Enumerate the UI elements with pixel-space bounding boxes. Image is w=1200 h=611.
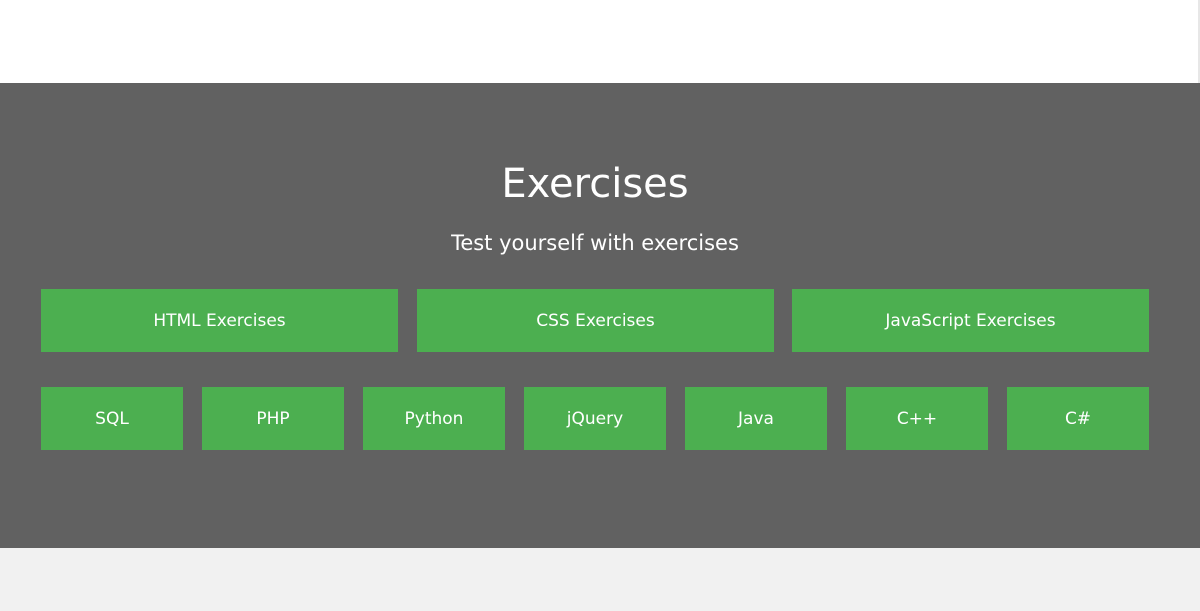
jquery-button[interactable]: jQuery: [524, 387, 666, 450]
javascript-exercises-button[interactable]: JavaScript Exercises: [792, 289, 1149, 352]
sql-button[interactable]: SQL: [41, 387, 183, 450]
bottom-area: [0, 548, 1200, 611]
java-button[interactable]: Java: [685, 387, 827, 450]
python-button[interactable]: Python: [363, 387, 505, 450]
section-subtitle: Test yourself with exercises: [451, 231, 739, 255]
cpp-button[interactable]: C++: [846, 387, 988, 450]
html-exercises-button[interactable]: HTML Exercises: [41, 289, 398, 352]
css-exercises-button[interactable]: CSS Exercises: [417, 289, 774, 352]
section-title: Exercises: [501, 161, 689, 207]
top-whitespace: [0, 0, 1200, 83]
php-button[interactable]: PHP: [202, 387, 344, 450]
csharp-button[interactable]: C#: [1007, 387, 1149, 450]
